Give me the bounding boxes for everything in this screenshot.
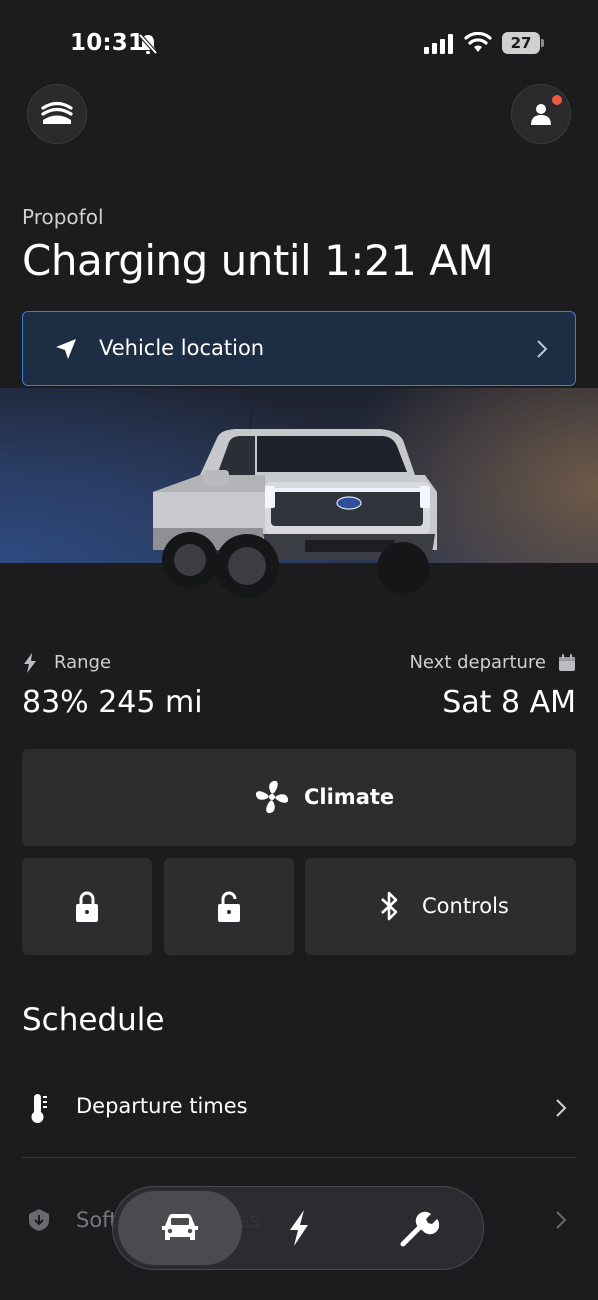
charging-status-title: Charging until 1:21 AM	[22, 236, 494, 285]
wifi-icon	[464, 32, 492, 52]
truck-image	[153, 407, 437, 598]
vehicle-switcher-icon	[41, 101, 73, 124]
vehicle-location-label: Vehicle location	[99, 336, 265, 360]
person-icon	[531, 104, 551, 125]
controls-button[interactable]: Controls	[305, 858, 576, 955]
unlock-button[interactable]	[164, 858, 294, 955]
notification-dot	[552, 95, 562, 105]
bell-off-icon	[138, 33, 158, 55]
chevron-right-icon	[556, 1211, 567, 1229]
departure-times-row[interactable]: Departure times	[22, 1060, 576, 1158]
chevron-right-icon	[556, 1099, 567, 1117]
range-label-row: Range	[22, 652, 111, 673]
bluetooth-icon	[381, 891, 398, 921]
nav-vehicle-tab[interactable]	[118, 1191, 242, 1265]
lock-button[interactable]	[22, 858, 152, 955]
vehicle-location-button[interactable]: Vehicle location	[22, 311, 576, 386]
departure-label-row: Next departure	[409, 652, 576, 673]
vehicle-menu-button[interactable]	[27, 84, 87, 144]
nav-charging-tab[interactable]	[237, 1191, 361, 1265]
battery-indicator: 27	[502, 32, 544, 54]
bottom-navigation	[112, 1186, 484, 1270]
departure-times-label: Departure times	[76, 1094, 248, 1118]
next-departure-label: Next departure	[409, 652, 546, 673]
thermometer-icon	[31, 1094, 47, 1123]
status-time: 10:31	[70, 30, 145, 56]
fan-icon	[255, 780, 289, 814]
controls-content: Controls	[378, 890, 509, 922]
bolt-icon	[290, 1210, 308, 1246]
range-value: 83% 245 mi	[22, 685, 203, 720]
vehicle-home-screen: 10:31 27 Propofol Charging until 1:21 AM…	[0, 0, 598, 1300]
car-icon	[162, 1214, 198, 1240]
unlock-icon	[218, 891, 240, 922]
battery-cap	[541, 39, 544, 47]
climate-content: Climate	[254, 779, 394, 815]
navigation-arrow-icon	[56, 339, 76, 359]
wrench-icon	[400, 1211, 439, 1247]
battery-level: 27	[502, 32, 540, 54]
schedule-heading: Schedule	[22, 1002, 165, 1038]
chevron-right-icon	[537, 340, 548, 358]
climate-button[interactable]: Climate	[22, 749, 576, 846]
vehicle-name: Propofol	[22, 205, 104, 229]
controls-label: Controls	[422, 894, 509, 918]
profile-button[interactable]	[511, 84, 571, 144]
climate-label: Climate	[304, 785, 395, 809]
status-bar: 10:31 27	[0, 0, 598, 88]
lock-icon	[76, 891, 98, 922]
cellular-signal-icon	[424, 34, 453, 54]
range-label: Range	[54, 652, 112, 673]
next-departure-value: Sat 8 AM	[442, 685, 576, 720]
bolt-icon	[24, 652, 36, 673]
shield-download-icon	[29, 1209, 49, 1231]
calendar-icon	[559, 653, 575, 671]
nav-service-tab[interactable]	[356, 1191, 480, 1265]
